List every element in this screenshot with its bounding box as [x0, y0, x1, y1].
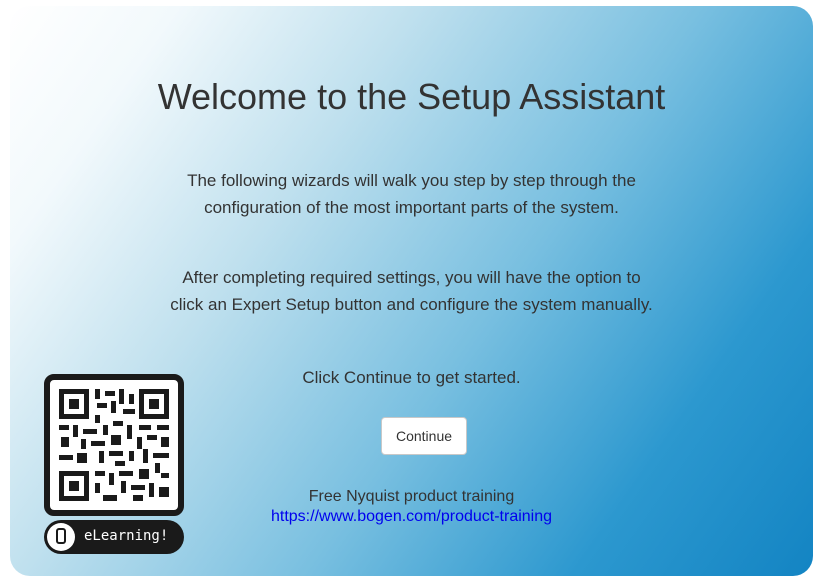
intro-line-2: configuration of the most important part… [204, 198, 619, 217]
continue-button[interactable]: Continue [381, 417, 467, 455]
intro-line-1: The following wizards will walk you step… [187, 171, 636, 190]
qr-code-graphic [59, 389, 169, 501]
expert-line-1: After completing required settings, you … [182, 268, 641, 287]
setup-panel: Welcome to the Setup Assistant The follo… [10, 6, 813, 576]
qr-code-icon[interactable] [44, 374, 184, 516]
expert-text: After completing required settings, you … [10, 264, 813, 318]
elearning-label: eLearning! [84, 528, 169, 544]
expert-line-2: click an Expert Setup button and configu… [170, 295, 653, 314]
elearning-badge[interactable]: eLearning! [44, 520, 184, 554]
intro-text: The following wizards will walk you step… [10, 167, 813, 221]
phone-icon [47, 523, 75, 551]
page-title: Welcome to the Setup Assistant [157, 76, 666, 117]
